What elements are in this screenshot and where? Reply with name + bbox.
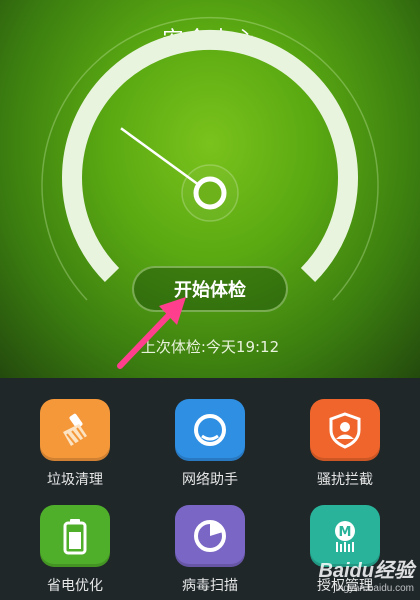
header-panel: 安全中心 开始体检 上次体检:今天19:12 (0, 0, 420, 378)
tile-label: 省电优化 (47, 578, 103, 594)
tile-network-assistant[interactable]: 网络助手 (160, 399, 260, 489)
tile-power-saving[interactable]: 省电优化 (25, 505, 125, 595)
watermark: Baidu经验 jingyan.baidu.com (318, 554, 414, 594)
tile-label: 网络助手 (182, 472, 238, 488)
battery-icon (40, 505, 110, 567)
last-check-text: 上次体检:今天19:12 (140, 338, 280, 356)
watermark-url: jingyan.baidu.com (333, 583, 414, 594)
start-checkup-button[interactable]: 开始体检 (132, 266, 288, 312)
gauge-hub (193, 176, 227, 210)
tile-virus-scan[interactable]: 病毒扫描 (160, 505, 260, 595)
tile-label: 病毒扫描 (182, 578, 238, 594)
broom-icon (40, 399, 110, 461)
tile-harassment-block[interactable]: 骚扰拦截 (295, 399, 395, 489)
tile-junk-clean[interactable]: 垃圾清理 (25, 399, 125, 489)
network-icon (175, 399, 245, 461)
svg-text:M: M (339, 525, 352, 540)
tile-label: 垃圾清理 (47, 472, 103, 488)
gauge-needle (120, 127, 211, 195)
security-gauge (41, 16, 379, 301)
watermark-brand: Baidu经验 (318, 560, 414, 582)
tile-label: 骚扰拦截 (317, 472, 373, 488)
gauge-arc (62, 29, 358, 283)
shield-user-icon (310, 399, 380, 461)
virus-scan-icon (175, 505, 245, 567)
tools-grid: 垃圾清理 网络助手 骚扰拦截 省电优化 病毒扫描 M 授权管理 Baidu经验 … (0, 378, 420, 600)
